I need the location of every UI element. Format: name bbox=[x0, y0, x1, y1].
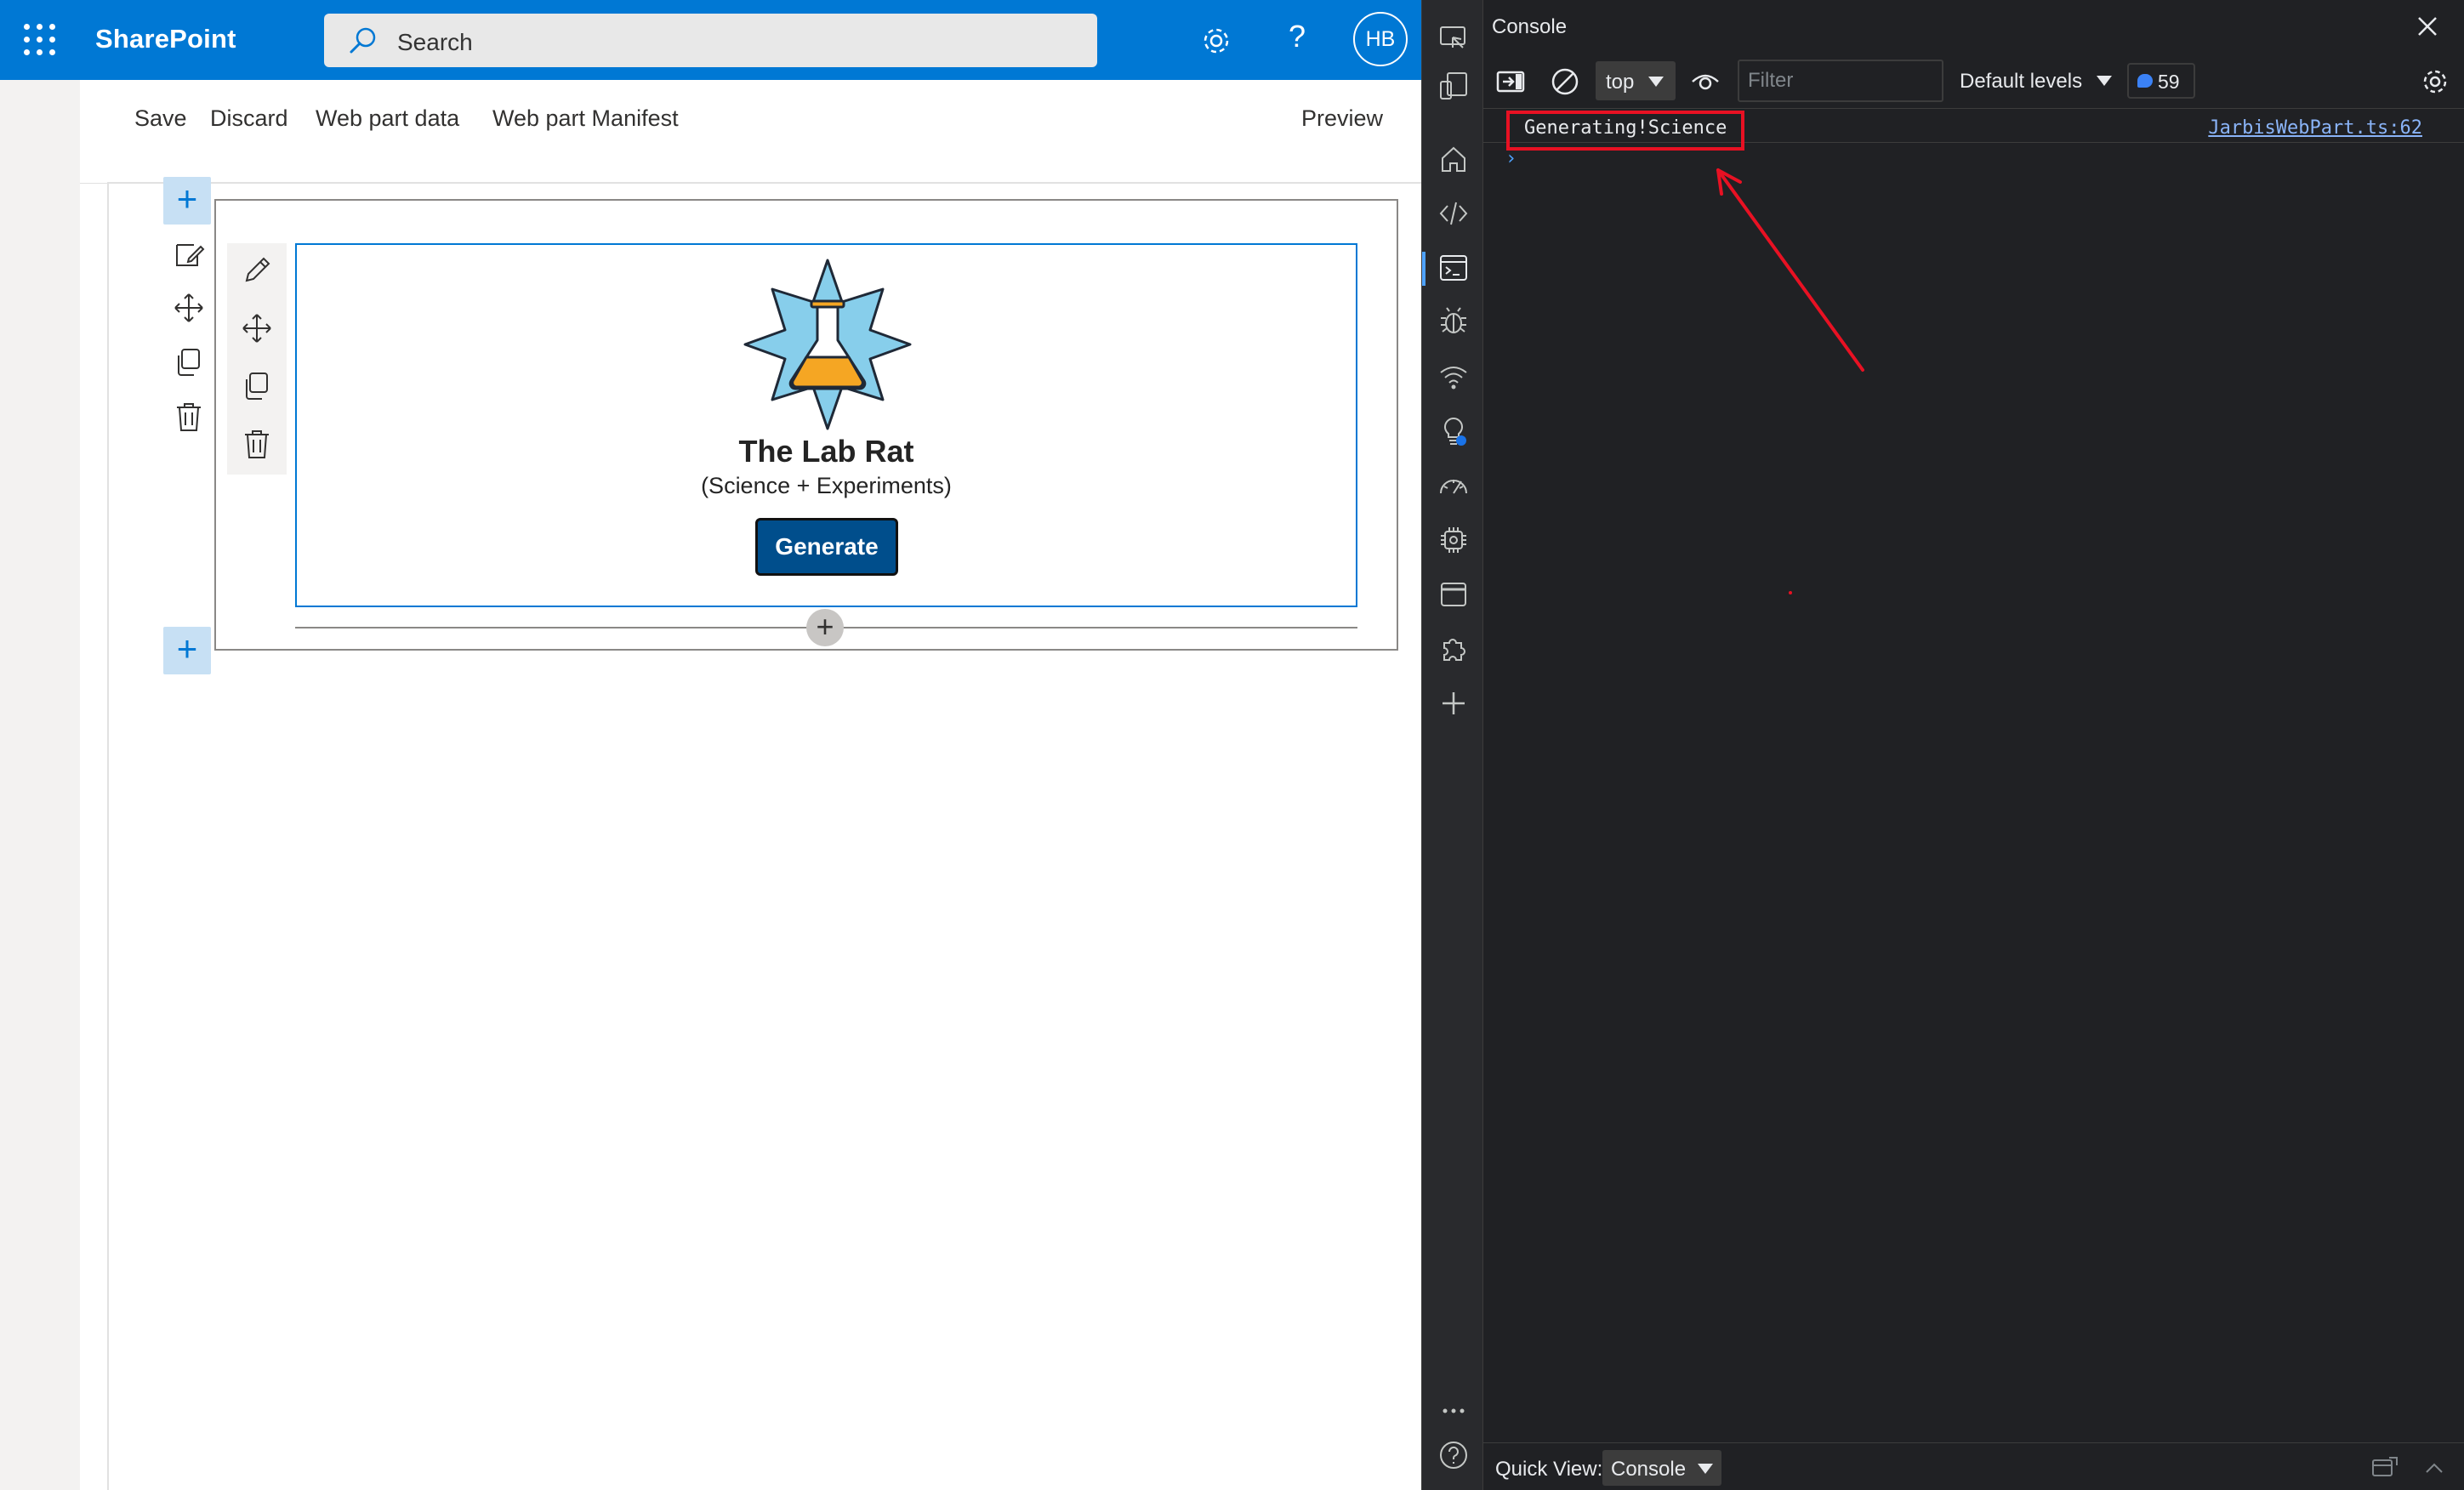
quick-view-bar: Quick View: Console bbox=[1483, 1442, 2464, 1490]
left-gutter bbox=[0, 80, 80, 1490]
devtools-console-panel: Console top Defau bbox=[1483, 0, 2464, 1490]
move-section-icon[interactable] bbox=[172, 291, 206, 325]
clear-console-icon[interactable] bbox=[1550, 66, 1580, 97]
annotation-dot bbox=[1789, 591, 1792, 594]
close-icon[interactable] bbox=[2415, 14, 2440, 39]
quick-view-label: Quick View: bbox=[1495, 1458, 1603, 1481]
log-levels-dropdown[interactable]: Default levels bbox=[1960, 70, 2082, 94]
chevron-up-icon[interactable] bbox=[2421, 1455, 2447, 1481]
console-prompt[interactable]: › bbox=[1505, 148, 1517, 169]
log-source-link[interactable]: JarbisWebPart.ts:62 bbox=[2208, 117, 2422, 139]
search-box[interactable]: Search bbox=[324, 14, 1097, 67]
workbench-command-bar: Save Discard Web part data Web part Mani… bbox=[80, 80, 1421, 184]
dock-panel-icon[interactable] bbox=[2370, 1455, 2399, 1481]
discard-button[interactable]: Discard bbox=[210, 105, 288, 132]
preview-button[interactable]: Preview bbox=[1301, 105, 1383, 132]
help-icon[interactable] bbox=[1437, 1439, 1470, 1471]
delete-section-icon[interactable] bbox=[172, 400, 206, 434]
extensions-icon[interactable] bbox=[1437, 633, 1470, 665]
panel-title: Console bbox=[1492, 15, 1568, 38]
application-icon[interactable] bbox=[1437, 578, 1470, 611]
inspect-element-icon[interactable] bbox=[1437, 22, 1470, 54]
console-log-row: Generating!Science JarbisWebPart.ts:62 bbox=[1483, 109, 2464, 151]
edit-section-icon[interactable] bbox=[172, 238, 206, 272]
elements-icon[interactable] bbox=[1437, 197, 1470, 230]
performance-insights-icon[interactable] bbox=[1437, 415, 1470, 447]
lab-rat-web-part[interactable]: The Lab Rat (Science + Experiments) Gene… bbox=[295, 243, 1357, 607]
flask-badge-icon bbox=[743, 259, 912, 430]
chevron-down-icon bbox=[2097, 76, 2112, 86]
issues-count: 59 bbox=[2158, 71, 2180, 93]
issues-counter-button[interactable]: 59 bbox=[2127, 63, 2195, 99]
message-bubble-icon bbox=[2137, 74, 2153, 88]
web-part-subtitle: (Science + Experiments) bbox=[701, 473, 952, 498]
search-icon bbox=[350, 27, 376, 54]
memory-icon[interactable] bbox=[1437, 524, 1470, 556]
active-tool-indicator bbox=[1422, 252, 1425, 286]
web-part-title: The Lab Rat bbox=[738, 434, 914, 469]
device-emulation-icon[interactable] bbox=[1437, 70, 1470, 102]
quick-view-value: Console bbox=[1611, 1458, 1687, 1481]
console-icon[interactable] bbox=[1437, 252, 1470, 284]
app-launcher-waffle-icon[interactable] bbox=[24, 24, 56, 56]
more-tools-icon[interactable] bbox=[1437, 687, 1470, 719]
devtools-titlebar: Console bbox=[1483, 0, 2464, 54]
sources-debug-icon[interactable] bbox=[1437, 304, 1470, 337]
console-toolbar: top Default levels 59 bbox=[1483, 54, 2464, 109]
network-icon[interactable] bbox=[1437, 361, 1470, 393]
generate-button[interactable]: Generate bbox=[755, 518, 898, 576]
context-label: top bbox=[1606, 71, 1635, 94]
web-part-data-button[interactable]: Web part data bbox=[316, 105, 459, 132]
web-part-manifest-button[interactable]: Web part Manifest bbox=[492, 105, 679, 132]
annotation-arrow bbox=[1716, 168, 1864, 372]
console-settings-gear-icon[interactable] bbox=[2420, 66, 2450, 97]
settings-gear-icon[interactable] bbox=[1199, 24, 1233, 58]
quick-view-selector[interactable]: Console bbox=[1602, 1450, 1721, 1486]
context-selector[interactable]: top bbox=[1596, 61, 1676, 100]
devtools-activity-bar bbox=[1421, 0, 1483, 1490]
search-placeholder[interactable]: Search bbox=[397, 29, 473, 56]
app-title[interactable]: SharePoint bbox=[95, 24, 236, 54]
console-log-message: Generating!Science bbox=[1524, 117, 1727, 139]
avatar[interactable]: HB bbox=[1353, 12, 1408, 66]
delete-web-part-icon[interactable] bbox=[240, 427, 274, 461]
web-part-toolbar bbox=[227, 243, 287, 475]
add-section-below-button[interactable]: + bbox=[163, 627, 211, 674]
live-expression-eye-icon[interactable] bbox=[1690, 66, 1721, 97]
sharepoint-suite-bar: SharePoint Search ? HB bbox=[0, 0, 1421, 80]
duplicate-web-part-icon[interactable] bbox=[240, 369, 274, 403]
more-icon[interactable] bbox=[1437, 1395, 1470, 1427]
add-web-part-button[interactable]: + bbox=[806, 609, 844, 646]
filter-input[interactable] bbox=[1738, 60, 1943, 102]
move-web-part-icon[interactable] bbox=[240, 311, 274, 345]
edit-web-part-pencil-icon[interactable] bbox=[240, 253, 274, 287]
performance-icon[interactable] bbox=[1437, 469, 1470, 502]
home-icon[interactable] bbox=[1437, 143, 1470, 175]
save-button[interactable]: Save bbox=[134, 105, 187, 132]
show-sidebar-icon[interactable] bbox=[1495, 66, 1526, 97]
duplicate-section-icon[interactable] bbox=[172, 345, 206, 379]
add-section-above-button[interactable]: + bbox=[163, 177, 211, 225]
chevron-down-icon bbox=[1648, 77, 1664, 87]
chevron-down-icon bbox=[1698, 1464, 1713, 1474]
help-icon[interactable]: ? bbox=[1280, 19, 1314, 61]
